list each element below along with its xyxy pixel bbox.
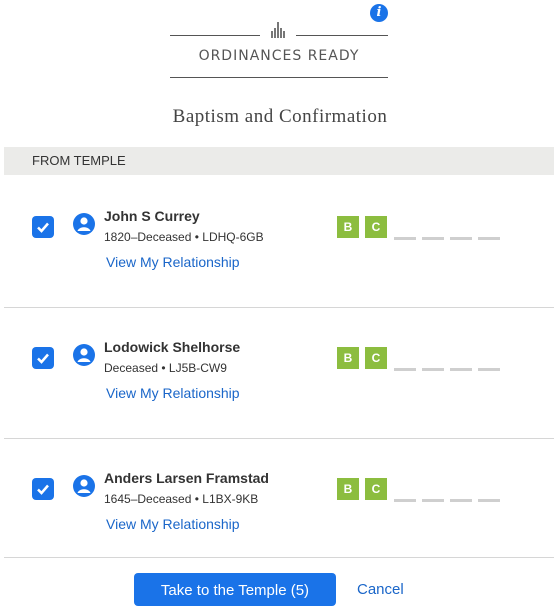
person-name: Lodowick Shelhorse (104, 339, 241, 355)
temple-icon (271, 22, 285, 38)
person-avatar-icon (73, 475, 95, 497)
pending-ordinance-dash (450, 368, 472, 371)
person-row: Lodowick Shelhorse Deceased • LJ5B-CW9 V… (0, 307, 560, 438)
ordinance-b-badge: B (337, 216, 359, 238)
view-relationship-link[interactable]: View My Relationship (106, 385, 240, 401)
person-row: John S Currey 1820–Deceased • LDHQ-6GB V… (0, 176, 560, 307)
header: i ORDINANCES READY (0, 0, 560, 90)
pending-ordinance-dash (450, 499, 472, 502)
header-divider-bottom (170, 77, 388, 78)
pending-ordinance-dash (478, 368, 500, 371)
person-meta: Deceased • LJ5B-CW9 (104, 361, 227, 375)
ordinance-c-badge: C (365, 478, 387, 500)
select-checkbox[interactable] (32, 216, 54, 238)
section-header: FROM TEMPLE (4, 147, 554, 175)
person-meta: 1820–Deceased • LDHQ-6GB (104, 230, 264, 244)
footer-divider (4, 557, 554, 558)
person-meta: 1645–Deceased • L1BX-9KB (104, 492, 259, 506)
page-subtitle: Baptism and Confirmation (172, 106, 388, 127)
header-divider-right (296, 35, 388, 36)
person-name: Anders Larsen Framstad (104, 470, 269, 486)
person-avatar-icon (73, 213, 95, 235)
pending-ordinance-dash (478, 237, 500, 240)
select-checkbox[interactable] (32, 347, 54, 369)
info-icon[interactable]: i (370, 4, 388, 22)
select-checkbox[interactable] (32, 478, 54, 500)
pending-ordinance-dash (394, 368, 416, 371)
view-relationship-link[interactable]: View My Relationship (106, 254, 240, 270)
section-label: FROM TEMPLE (32, 153, 126, 168)
header-divider-left (170, 35, 260, 36)
pending-ordinance-dash (478, 499, 500, 502)
ordinance-b-badge: B (337, 347, 359, 369)
take-to-temple-button[interactable]: Take to the Temple (5) (134, 573, 336, 606)
pending-ordinance-dash (394, 237, 416, 240)
ordinance-c-badge: C (365, 347, 387, 369)
ordinance-c-badge: C (365, 216, 387, 238)
pending-ordinance-dash (422, 368, 444, 371)
pending-ordinance-dash (450, 237, 472, 240)
cancel-link[interactable]: Cancel (357, 581, 404, 598)
person-name: John S Currey (104, 208, 200, 224)
person-row: Anders Larsen Framstad 1645–Deceased • L… (0, 438, 560, 569)
person-avatar-icon (73, 344, 95, 366)
pending-ordinance-dash (422, 237, 444, 240)
pending-ordinance-dash (422, 499, 444, 502)
ordinances-ready-title: ORDINANCES READY (198, 48, 360, 64)
view-relationship-link[interactable]: View My Relationship (106, 516, 240, 532)
pending-ordinance-dash (394, 499, 416, 502)
ordinance-b-badge: B (337, 478, 359, 500)
